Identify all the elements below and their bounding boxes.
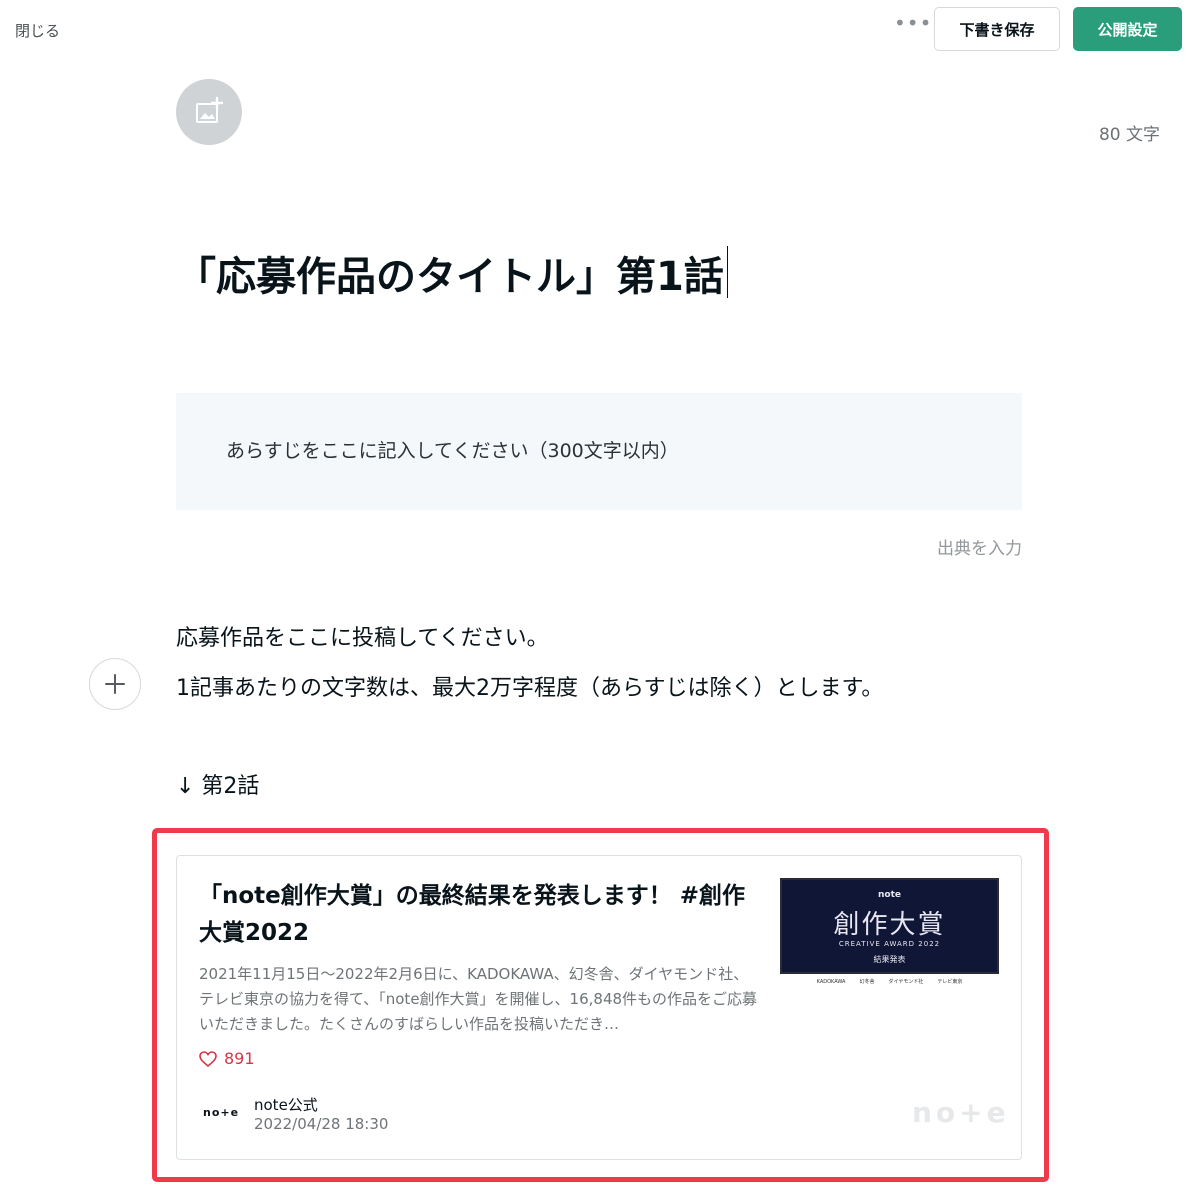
publish-settings-button[interactable]: 公開設定 bbox=[1073, 7, 1182, 51]
source-input[interactable]: 出典を入力 bbox=[820, 534, 1022, 559]
save-draft-button[interactable]: 下書き保存 bbox=[934, 7, 1060, 51]
body-paragraph[interactable]: 1記事あたりの文字数は、最大2万字程度（あらすじは除く）とします。 bbox=[176, 670, 883, 702]
text-caret bbox=[726, 246, 728, 298]
close-button[interactable]: 閉じる bbox=[15, 20, 60, 41]
article-title-text: 「応募作品のタイトル」第1話 bbox=[176, 254, 724, 300]
add-image-icon bbox=[196, 96, 224, 123]
plus-icon bbox=[105, 674, 125, 694]
body-paragraph[interactable]: 応募作品をここに投稿してください。 bbox=[176, 620, 549, 652]
article-title-input[interactable]: 「応募作品のタイトル」第1話 bbox=[176, 246, 996, 307]
insert-block-button[interactable] bbox=[89, 658, 141, 710]
character-count: 80 文字 bbox=[1098, 125, 1160, 145]
synopsis-input[interactable]: あらすじをここに記入してください（300文字以内） bbox=[176, 393, 1022, 510]
highlight-frame bbox=[152, 828, 1049, 1182]
synopsis-placeholder: あらすじをここに記入してください（300文字以内） bbox=[226, 440, 679, 462]
more-options-icon[interactable]: ••• bbox=[894, 13, 931, 40]
next-episode-link[interactable]: ↓ 第2話 bbox=[176, 768, 259, 800]
add-cover-image-button[interactable] bbox=[176, 79, 242, 145]
